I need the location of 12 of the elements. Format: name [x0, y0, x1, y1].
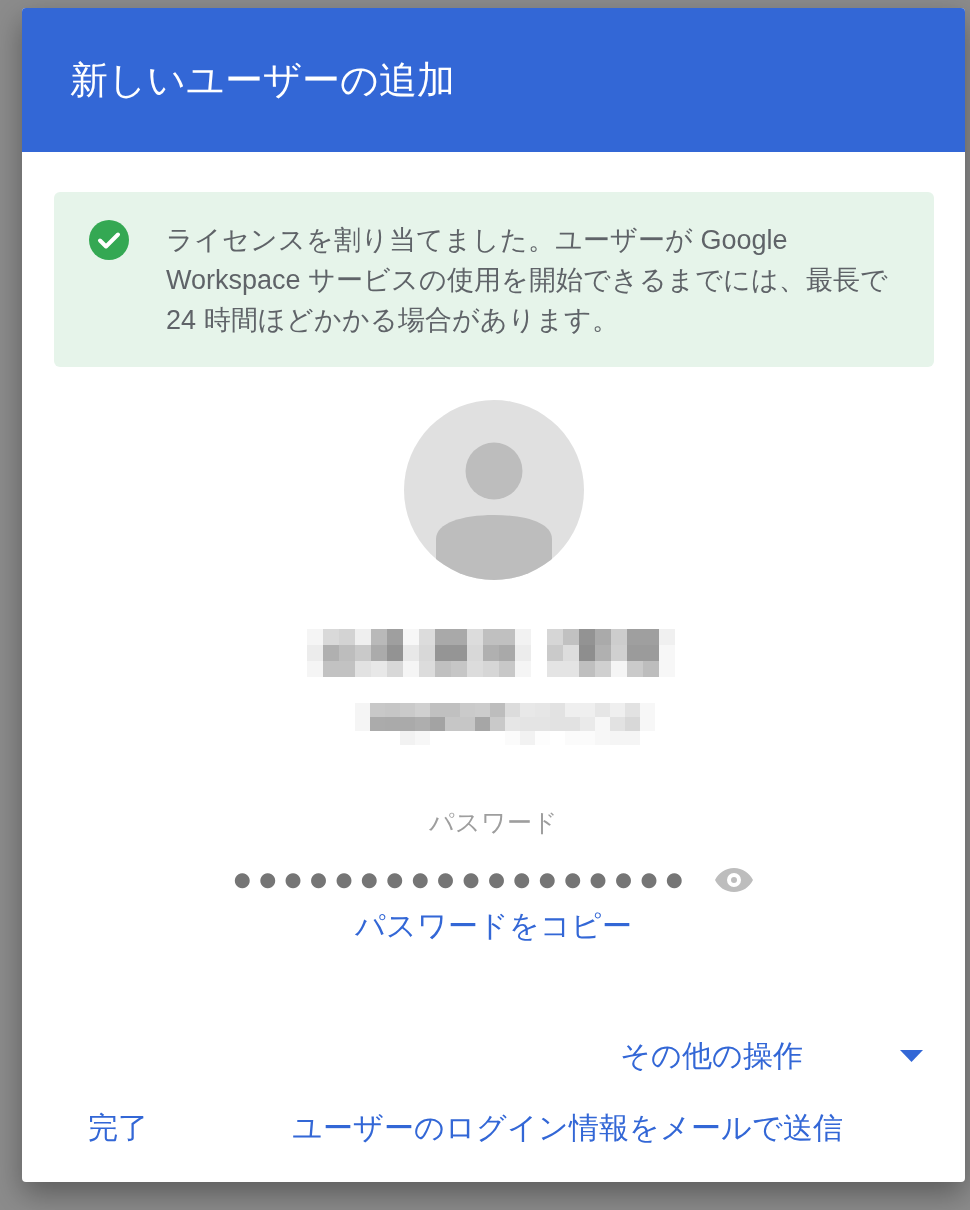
masked-password: ●●●●●●●●●●●●●●●●●● — [233, 867, 692, 893]
more-actions-dropdown[interactable]: その他の操作 — [604, 1032, 940, 1080]
show-password-button[interactable] — [715, 868, 754, 892]
check-circle-icon — [89, 220, 129, 260]
eye-icon — [715, 868, 754, 892]
banner-message: ライセンスを割り当てました。ユーザーが Google Workspace サービスの使用を開始できるまでには、最長で 24 時間ほどかかる場合があります。 — [166, 224, 890, 337]
email-credentials-button[interactable]: ユーザーのログイン情報をメールで送信 — [276, 1104, 859, 1152]
copy-password-link[interactable]: パスワードをコピー — [355, 908, 632, 944]
password-label: パスワード — [429, 807, 558, 837]
done-button[interactable]: 完了 — [72, 1104, 164, 1152]
caret-down-icon — [900, 1050, 923, 1062]
dialog-title: 新しいユーザーの追加 — [70, 57, 455, 103]
